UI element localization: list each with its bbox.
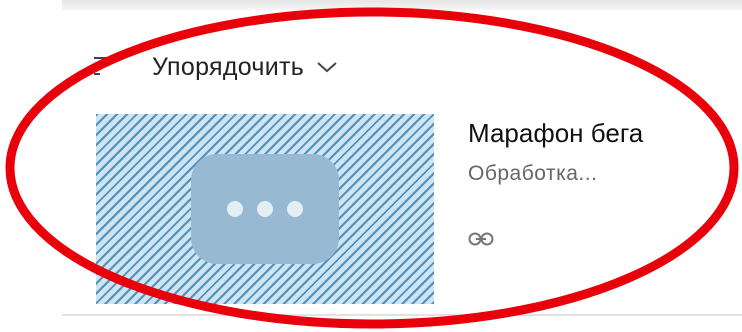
sort-bar[interactable]: Упорядочить <box>88 44 338 90</box>
more-dots-icon <box>191 154 339 264</box>
chevron-down-icon[interactable] <box>316 60 338 74</box>
sort-lines-icon[interactable] <box>88 52 118 82</box>
bottom-divider <box>62 314 742 316</box>
video-thumbnail[interactable] <box>96 114 434 304</box>
video-status: Обработка... <box>468 162 598 185</box>
sort-button-label[interactable]: Упорядочить <box>152 53 304 82</box>
video-title[interactable]: Марафон бега <box>468 118 643 149</box>
video-list-screen: Упорядочить Марафон бега Обработка... <box>0 0 742 332</box>
dot <box>287 201 303 217</box>
video-list-item[interactable]: Марафон бега Обработка... <box>96 114 736 304</box>
dot <box>257 201 273 217</box>
top-divider <box>62 0 742 10</box>
dot <box>227 201 243 217</box>
link-icon[interactable] <box>468 232 494 246</box>
